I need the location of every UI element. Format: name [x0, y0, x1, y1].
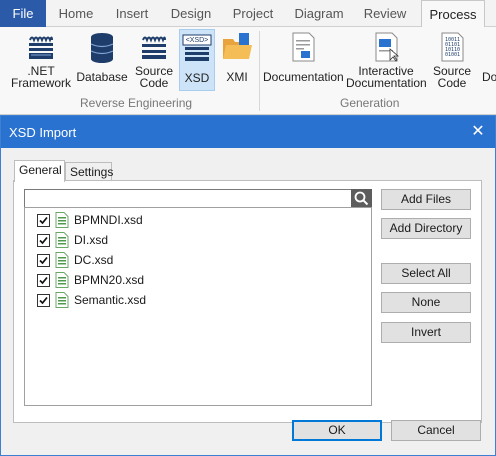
add-files-button[interactable]: Add Files — [381, 189, 471, 210]
checkmark-icon — [39, 296, 48, 304]
list-item[interactable]: BPMN20.xsd — [37, 271, 144, 289]
ribbon-tab-bar: File Home Insert Design Project Diagram … — [0, 0, 496, 28]
invert-button[interactable]: Invert — [381, 322, 471, 343]
tab-review[interactable]: Review — [356, 0, 414, 27]
generate-source-code-button[interactable]: 10011 01101 10110 01001 Source Code — [430, 29, 474, 91]
xsd-file-icon — [55, 252, 69, 268]
xsd-file-icon — [55, 212, 69, 228]
search-button[interactable] — [351, 189, 372, 208]
checkmark-icon — [39, 256, 48, 264]
generation-group-label: Generation — [340, 96, 400, 110]
ribbon-body: .NET Framework Database Source Code <XSD… — [0, 27, 496, 115]
interactive-documentation-button[interactable]: Interactive Documentation — [346, 29, 427, 91]
interactive-documentation-icon — [370, 31, 402, 63]
binary-file-icon: 10011 01101 10110 01001 — [436, 31, 468, 63]
net-framework-label: .NET Framework — [10, 64, 71, 90]
documentation-button[interactable]: Documentation — [263, 29, 344, 91]
tab-design[interactable]: Design — [162, 0, 220, 27]
svg-text:01001: 01001 — [445, 52, 460, 58]
list-item[interactable]: DI.xsd — [37, 231, 108, 249]
dialog-title: XSD Import — [9, 125, 77, 140]
file-checkbox[interactable] — [37, 293, 50, 307]
tab-insert[interactable]: Insert — [106, 0, 158, 27]
checkmark-icon — [39, 276, 48, 284]
list-item[interactable]: DC.xsd — [37, 251, 113, 269]
xmi-folder-icon — [221, 31, 253, 63]
tab-home[interactable]: Home — [50, 0, 102, 27]
source-code-button[interactable]: Source Code — [131, 29, 177, 91]
search-icon — [354, 191, 369, 206]
close-icon[interactable]: ✕ — [467, 121, 489, 143]
file-checkbox[interactable] — [37, 253, 50, 267]
documentation-icon — [287, 31, 319, 63]
checkmark-icon — [39, 216, 48, 224]
none-button[interactable]: None — [381, 292, 471, 313]
source-code-label: Source Code — [134, 64, 174, 90]
truncated-ribbon-button[interactable]: Do — [478, 29, 496, 91]
file-name: Semantic.xsd — [74, 293, 147, 307]
tab-diagram[interactable]: Diagram — [287, 0, 351, 27]
database-button[interactable]: Database — [76, 29, 128, 91]
xsd-label: XSD — [184, 71, 210, 85]
list-item[interactable]: Semantic.xsd — [37, 291, 146, 309]
xsd-button[interactable]: <XSD> XSD — [179, 29, 215, 91]
database-label: Database — [76, 70, 128, 84]
file-name: DI.xsd — [74, 233, 109, 247]
add-directory-button[interactable]: Add Directory — [381, 218, 471, 239]
tab-settings[interactable]: Settings — [65, 162, 113, 182]
truncated-ribbon-label: Do — [482, 70, 496, 84]
net-framework-icon — [25, 31, 57, 63]
search-input[interactable] — [24, 189, 352, 208]
file-checkbox[interactable] — [37, 213, 50, 227]
net-framework-button[interactable]: .NET Framework — [8, 29, 74, 91]
database-icon — [86, 31, 118, 63]
xmi-button[interactable]: XMI — [219, 29, 255, 91]
documentation-label: Documentation — [263, 70, 344, 84]
xmi-label: XMI — [226, 70, 248, 84]
xsd-file-icon — [55, 232, 69, 248]
cancel-button[interactable]: Cancel — [391, 420, 481, 441]
file-name: BPMNDI.xsd — [74, 213, 143, 227]
interactive-documentation-label: Interactive Documentation — [346, 64, 427, 90]
xsd-badge-text: <XSD> — [185, 37, 209, 44]
group-separator — [259, 31, 260, 111]
tab-project[interactable]: Project — [224, 0, 282, 27]
file-checkbox[interactable] — [37, 273, 50, 287]
list-item[interactable]: BPMNDI.xsd — [37, 211, 143, 229]
tab-process[interactable]: Process — [421, 0, 485, 28]
file-list[interactable]: BPMNDI.xsd DI.xsd DC.xsd BPMN20.xsd Sema… — [24, 207, 372, 406]
tab-general[interactable]: General — [14, 160, 65, 182]
ok-button[interactable]: OK — [292, 420, 382, 441]
file-name: BPMN20.xsd — [74, 273, 145, 287]
checkmark-icon — [39, 236, 48, 244]
source-code-icon — [138, 31, 170, 63]
xsd-file-icon — [55, 272, 69, 288]
file-checkbox[interactable] — [37, 233, 50, 247]
generate-source-code-label: Source Code — [432, 64, 472, 90]
reverse-engineering-group-label: Reverse Engineering — [80, 96, 193, 110]
select-all-button[interactable]: Select All — [381, 263, 471, 284]
file-name: DC.xsd — [74, 253, 114, 267]
dialog-titlebar: XSD Import ✕ — [1, 116, 495, 148]
tab-file[interactable]: File — [0, 0, 46, 27]
xsd-file-icon — [55, 292, 69, 308]
